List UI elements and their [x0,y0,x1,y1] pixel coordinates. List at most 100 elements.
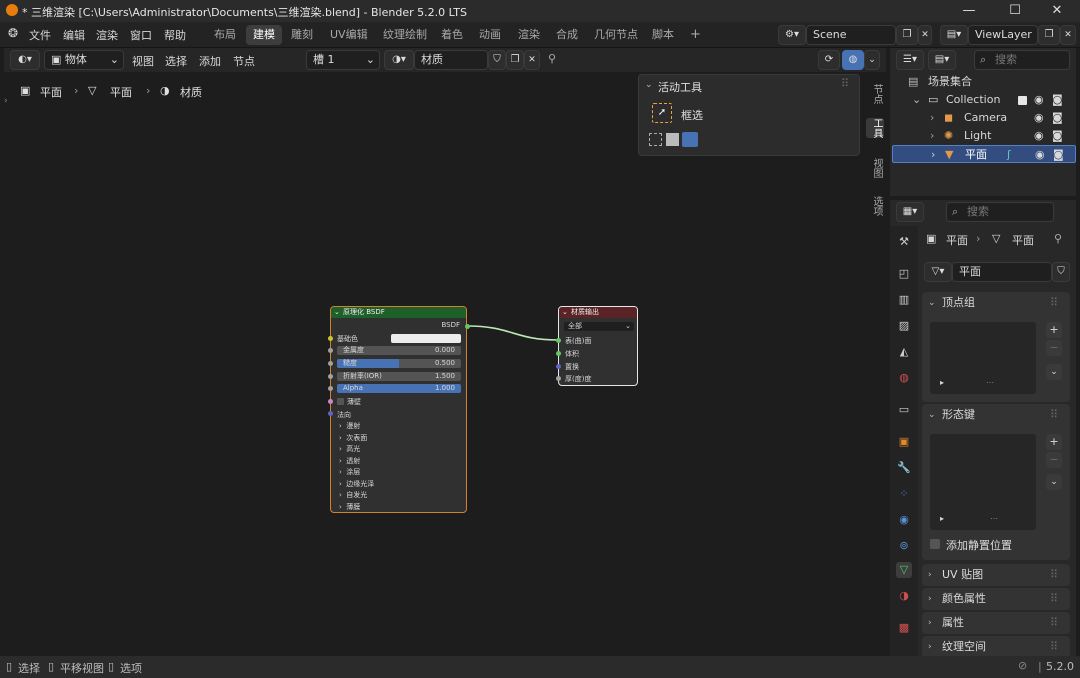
shape-keys-list[interactable]: ▸ ⋯ [930,434,1036,530]
thin-wall-socket[interactable] [328,399,333,404]
pin-icon[interactable]: ⚲ [1054,232,1062,245]
camera-render-icon[interactable]: ◙ [1053,146,1064,164]
mesh-browse-icon[interactable]: ▽▾ [924,262,952,282]
attributes-header[interactable]: › 属性 [922,612,964,634]
outliner-search-input[interactable]: 搜索 [974,50,1070,70]
mesh-data-tab-icon[interactable]: ▽ [896,562,912,578]
drag-handle-icon[interactable]: ⠿ [1050,592,1058,605]
vertex-groups-list[interactable]: ▸ ⋯ [930,322,1036,394]
eye-icon[interactable]: ◉ [1034,91,1044,109]
thin-wall-checkbox[interactable] [337,398,344,405]
color-attributes-panel[interactable]: › 颜色属性 ⠿ [922,588,1070,610]
bsdf-node-header[interactable]: ⌄ 原理化 BSDF [331,307,466,318]
thickness-socket[interactable] [556,376,561,381]
modifier-tab-icon[interactable]: 🔧 [896,460,912,476]
object-tab-icon[interactable]: ▣ [896,434,912,450]
world-tab-icon[interactable]: ◍ [896,370,912,386]
output-tab-icon[interactable]: ▥ [896,292,912,308]
exclude-checkbox[interactable] [1018,96,1027,105]
remove-vertex-group-button[interactable]: − [1046,340,1062,356]
drag-handle-icon[interactable]: ⠿ [1050,568,1058,581]
mesh-name-field[interactable]: 平面 [952,262,1052,282]
shape-key-menu-button[interactable]: ⌄ [1046,474,1062,490]
normal-socket[interactable] [328,411,333,416]
outliner-collection[interactable]: ⌄ ▭ Collection ◉ ◙ [890,91,1076,109]
output-node-header[interactable]: ⌄ 材质输出 [559,307,637,318]
outliner-light[interactable]: › ✺ Light ◉ ◙ [890,127,1076,145]
resize-handle-icon[interactable]: ⋯ [990,514,998,523]
scene-tab-icon[interactable]: ◭ [896,344,912,360]
chevron-right-icon[interactable]: › [930,109,934,127]
vertex-group-menu-button[interactable]: ⌄ [1046,364,1062,380]
ior-slider[interactable]: 折射率(IOR) 1.500 [337,372,461,381]
texture-space-header[interactable]: › 纹理空间 [922,636,986,656]
collapse-chevron-icon[interactable]: ⌄ [334,307,340,318]
principled-bsdf-node[interactable]: ⌄ 原理化 BSDF BSDF 基础色 金属度 0.000 糙度 0.500 折射率… [330,306,467,513]
collapse-chevron-icon[interactable]: ⌄ [562,307,568,318]
chevron-down-icon[interactable]: ⌄ [912,91,921,109]
drag-handle-icon[interactable]: ⠿ [1050,296,1058,309]
uv-maps-panel[interactable]: › UV 贴图 ⠿ [922,564,1070,586]
section-transmission[interactable]: › 透射 [339,456,360,466]
volume-socket[interactable] [556,351,561,356]
view-layer-tab-icon[interactable]: ▨ [896,318,912,334]
add-vertex-group-button[interactable]: + [1046,322,1062,338]
alpha-socket[interactable] [328,386,333,391]
bsdf-to-surface-link[interactable] [466,325,559,341]
drag-handle-icon[interactable]: ⠿ [1050,408,1058,421]
section-sheen[interactable]: › 边缘光泽 [339,479,374,489]
constraints-tab-icon[interactable]: ⊚ [896,538,912,554]
chevron-right-icon[interactable]: › [930,127,934,145]
eye-icon[interactable]: ◉ [1035,146,1045,164]
metallic-socket[interactable] [328,348,333,353]
add-rest-position-checkbox[interactable] [930,539,940,549]
add-shape-key-button[interactable]: + [1046,434,1062,450]
particles-tab-icon[interactable]: ⁘ [896,486,912,502]
section-thin-film[interactable]: › 薄膜 [339,502,360,512]
texture-tab-icon[interactable]: ▩ [896,620,912,636]
remove-shape-key-button[interactable]: − [1046,452,1062,468]
properties-editor-icon[interactable]: ▦▾ [896,202,924,222]
section-coat[interactable]: › 涂层 [339,467,360,477]
render-tab-icon[interactable]: ◰ [896,266,912,282]
base-color-swatch[interactable] [391,334,461,343]
section-diffuse[interactable]: › 漫射 [339,421,360,431]
drag-handle-icon[interactable]: ⠿ [1050,616,1058,629]
camera-render-icon[interactable]: ◙ [1052,127,1063,145]
modifier-icon[interactable]: ʃ [1007,146,1011,164]
section-subsurface[interactable]: › 次表面 [339,433,367,443]
camera-render-icon[interactable]: ◙ [1052,109,1063,127]
physics-tab-icon[interactable]: ◉ [896,512,912,528]
outliner-scene-collection[interactable]: ▤ 场景集合 [890,73,1076,91]
display-mode-icon[interactable]: ▤▾ [928,50,956,70]
shape-keys-header[interactable]: ⌄ 形态键 [922,404,975,426]
fake-user-shield-icon[interactable]: ⛉ [1052,262,1070,282]
section-specular[interactable]: › 高光 [339,444,360,454]
outliner-plane[interactable]: › ▼ 平面 ʃ ◉ ◙ [892,145,1076,163]
attributes-panel[interactable]: › 属性 ⠿ [922,612,1070,634]
bsdf-output-socket[interactable] [465,324,470,329]
section-emission[interactable]: › 自发光 [339,490,367,500]
material-tab-icon[interactable]: ◑ [896,588,912,604]
output-target-dropdown[interactable]: 全部 ⌄ [564,322,634,331]
ior-socket[interactable] [328,374,333,379]
collection-tab-icon[interactable]: ▭ [896,402,912,418]
base-color-socket[interactable] [328,336,333,341]
eye-icon[interactable]: ◉ [1034,127,1044,145]
chevron-right-icon[interactable]: › [931,146,935,164]
properties-search-input[interactable]: 搜索 [946,202,1054,222]
color-attributes-header[interactable]: › 颜色属性 [922,588,986,610]
resize-handle-icon[interactable]: ⋯ [986,378,994,387]
outliner-camera[interactable]: › ◼ Camera ◉ ◙ [890,109,1076,127]
displacement-socket[interactable] [556,364,561,369]
outliner-editor-icon[interactable]: ☰▾ [896,50,924,70]
texture-space-panel[interactable]: › 纹理空间 ⠿ [922,636,1070,656]
uv-maps-header[interactable]: › UV 贴图 [922,564,983,586]
eye-icon[interactable]: ◉ [1034,109,1044,127]
vertex-groups-header[interactable]: ⌄ 顶点组 [922,292,975,314]
material-output-node[interactable]: ⌄ 材质输出 全部 ⌄ 表(曲)面 体积 置换 厚(度)度 [558,306,638,386]
network-icon[interactable]: ⊘ [1018,659,1027,672]
drag-handle-icon[interactable]: ⠿ [1050,640,1058,653]
camera-render-icon[interactable]: ◙ [1052,91,1063,109]
metallic-slider[interactable]: 金属度 0.000 [337,346,461,355]
